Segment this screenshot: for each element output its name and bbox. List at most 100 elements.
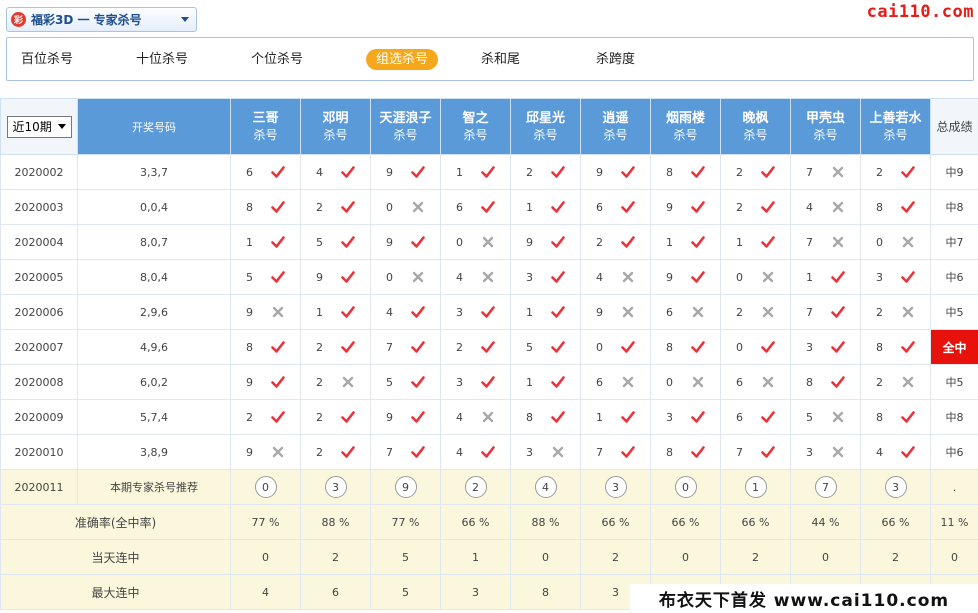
expert-kill-cell: 8 (230, 329, 301, 365)
expert-kill-cell: 2 (300, 189, 371, 225)
expert-kill-cell: 9 (580, 294, 651, 330)
column-header-expert: 三哥 杀号 (230, 98, 301, 155)
check-icon (901, 411, 915, 423)
kill-number: 3 (806, 445, 813, 459)
kill-result: 1 (651, 235, 720, 249)
total-result-full-badge: 全中 (930, 329, 978, 365)
kill-result: 9 (651, 200, 720, 214)
kill-number: 1 (526, 305, 533, 319)
check-icon (901, 166, 915, 178)
kill-number: 8 (526, 410, 533, 424)
kill-number: 8 (666, 340, 673, 354)
check-icon (341, 166, 355, 178)
expert-kill-cell: 4 (440, 434, 511, 470)
kill-number: 1 (316, 305, 323, 319)
issue-cell: 2020007 (0, 329, 78, 365)
check-icon (831, 306, 845, 318)
kill-result: 1 (791, 270, 860, 284)
check-icon (271, 201, 285, 213)
expert-kill-cell: 8 (230, 189, 301, 225)
kill-number: 7 (806, 235, 813, 249)
total-result-cell: 中8 (930, 399, 978, 435)
kill-result: 3 (861, 270, 930, 284)
cross-icon (622, 306, 634, 318)
recommend-number-cell: 0 (230, 469, 301, 505)
expert-kill-cell: 5 (230, 259, 301, 295)
expert-subtitle: 杀号 (533, 127, 558, 142)
check-icon (761, 446, 775, 458)
check-icon (481, 376, 495, 388)
kill-result: 8 (861, 410, 930, 424)
kill-result: 9 (371, 165, 440, 179)
stat-value-cell: 5 (370, 574, 441, 610)
expert-subtitle: 杀号 (463, 127, 488, 142)
expert-name: 晚枫 (742, 110, 769, 126)
expert-kill-cell: 9 (230, 434, 301, 470)
expert-kill-cell: 9 (300, 259, 371, 295)
expert-kill-cell: 8 (860, 189, 931, 225)
expert-kill-cell: 0 (650, 364, 721, 400)
cross-icon (832, 411, 844, 423)
kill-result: 6 (581, 375, 650, 389)
check-icon (901, 201, 915, 213)
issue-cell: 2020004 (0, 224, 78, 260)
check-icon (481, 446, 495, 458)
cross-icon (832, 446, 844, 458)
expert-kill-cell: 2 (440, 329, 511, 365)
check-icon (411, 376, 425, 388)
issue-cell: 2020006 (0, 294, 78, 330)
kill-number: 8 (806, 375, 813, 389)
kill-number: 5 (526, 340, 533, 354)
cross-icon (272, 446, 284, 458)
kill-number: 4 (456, 445, 463, 459)
kill-result: 9 (651, 270, 720, 284)
expert-kill-cell: 2 (300, 329, 371, 365)
kill-number: 6 (666, 305, 673, 319)
stat-label-cell: 最大连中 (0, 574, 231, 610)
expert-kill-cell: 9 (370, 399, 441, 435)
kill-result: 2 (581, 235, 650, 249)
expert-kill-cell: 2 (300, 434, 371, 470)
tab-sum-tail-kill[interactable]: 杀和尾 (481, 49, 520, 70)
kill-result: 2 (441, 340, 510, 354)
column-header-expert: 智之 杀号 (440, 98, 511, 155)
lottery-logo-icon: 彩 (11, 12, 26, 27)
stat-value-cell: 2 (720, 539, 791, 575)
kill-result: 3 (441, 305, 510, 319)
expert-kill-cell: 8 (860, 399, 931, 435)
kill-number: 7 (736, 445, 743, 459)
kill-result: 1 (721, 235, 790, 249)
recommend-number-cell: 9 (370, 469, 441, 505)
table-row: 2020007 4,9,6 8 2 7 2 5 0 8 0 3 8 全中 (0, 329, 978, 365)
tab-span-kill[interactable]: 杀跨度 (596, 49, 635, 70)
lottery-dropdown[interactable]: 彩 福彩3D 一 专家杀号 (6, 7, 197, 32)
period-select[interactable]: 近10期 (6, 115, 72, 138)
tab-group-kill[interactable]: 组选杀号 (366, 49, 439, 70)
kill-number: 3 (806, 340, 813, 354)
check-icon (341, 446, 355, 458)
tab-units-kill[interactable]: 个位杀号 (251, 49, 303, 70)
kill-number: 0 (736, 270, 743, 284)
period-select-value: 近10期 (12, 120, 52, 134)
recommend-number-cell: 7 (790, 469, 861, 505)
draw-number-cell: 3,8,9 (77, 434, 231, 470)
expert-kill-cell: 7 (790, 224, 861, 260)
kill-result: 3 (791, 340, 860, 354)
kill-result: 3 (441, 375, 510, 389)
kill-result: 1 (581, 410, 650, 424)
total-result-cell: 中8 (930, 189, 978, 225)
expert-name: 烟雨楼 (665, 110, 705, 126)
column-header-draw: 开奖号码 (77, 98, 231, 155)
check-icon (621, 341, 635, 353)
check-icon (551, 411, 565, 423)
tab-hundreds-kill[interactable]: 百位杀号 (21, 49, 73, 70)
kill-result: 2 (301, 410, 370, 424)
kill-result: 2 (861, 165, 930, 179)
kill-result: 0 (371, 270, 440, 284)
kill-result: 7 (791, 235, 860, 249)
kill-result: 4 (441, 410, 510, 424)
tab-tens-kill[interactable]: 十位杀号 (136, 49, 188, 70)
check-icon (341, 236, 355, 248)
expert-kill-cell: 6 (440, 189, 511, 225)
expert-kill-cell: 4 (860, 434, 931, 470)
